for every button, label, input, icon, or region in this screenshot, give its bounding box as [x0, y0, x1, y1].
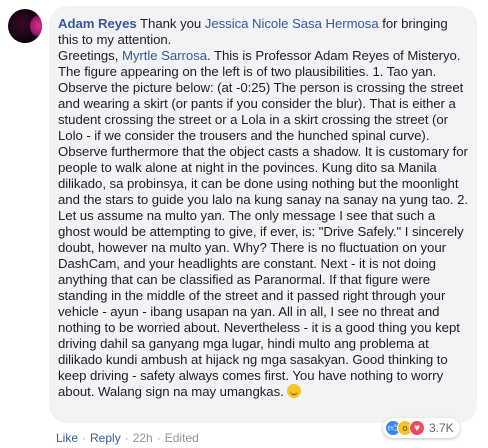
- comment-actions: Like · Reply · 22h · Edited: [56, 431, 199, 445]
- comment-bubble: Adam Reyes Thank you Jessica Nicole Sasa…: [49, 6, 477, 423]
- avatar[interactable]: [8, 9, 42, 43]
- reply-button[interactable]: Reply: [90, 431, 121, 445]
- edited-label[interactable]: Edited: [165, 431, 199, 445]
- separator: ·: [156, 431, 161, 445]
- comment-timestamp[interactable]: 22h: [133, 431, 153, 445]
- separator: ·: [82, 431, 87, 445]
- love-icon: ♥: [409, 420, 425, 436]
- avatar-image: [30, 15, 42, 37]
- reactions-summary[interactable]: 👍︎ o ♥ 3.7K: [383, 418, 460, 438]
- comment-text: . This is Professor Adam Reyes of Mister…: [58, 48, 469, 399]
- reaction-count: 3.7K: [429, 421, 454, 435]
- comment-text: Thank you: [136, 16, 205, 31]
- comment-body: Adam Reyes Thank you Jessica Nicole Sasa…: [58, 16, 469, 400]
- smiley-icon: [287, 384, 302, 398]
- mention-link[interactable]: Myrtle Sarrosa: [122, 48, 207, 63]
- separator: ·: [124, 431, 129, 445]
- comment-text: Greetings,: [58, 48, 122, 63]
- like-button[interactable]: Like: [56, 431, 78, 445]
- mention-link[interactable]: Jessica Nicole Sasa Hermosa: [205, 16, 379, 31]
- comment-author[interactable]: Adam Reyes: [58, 16, 137, 31]
